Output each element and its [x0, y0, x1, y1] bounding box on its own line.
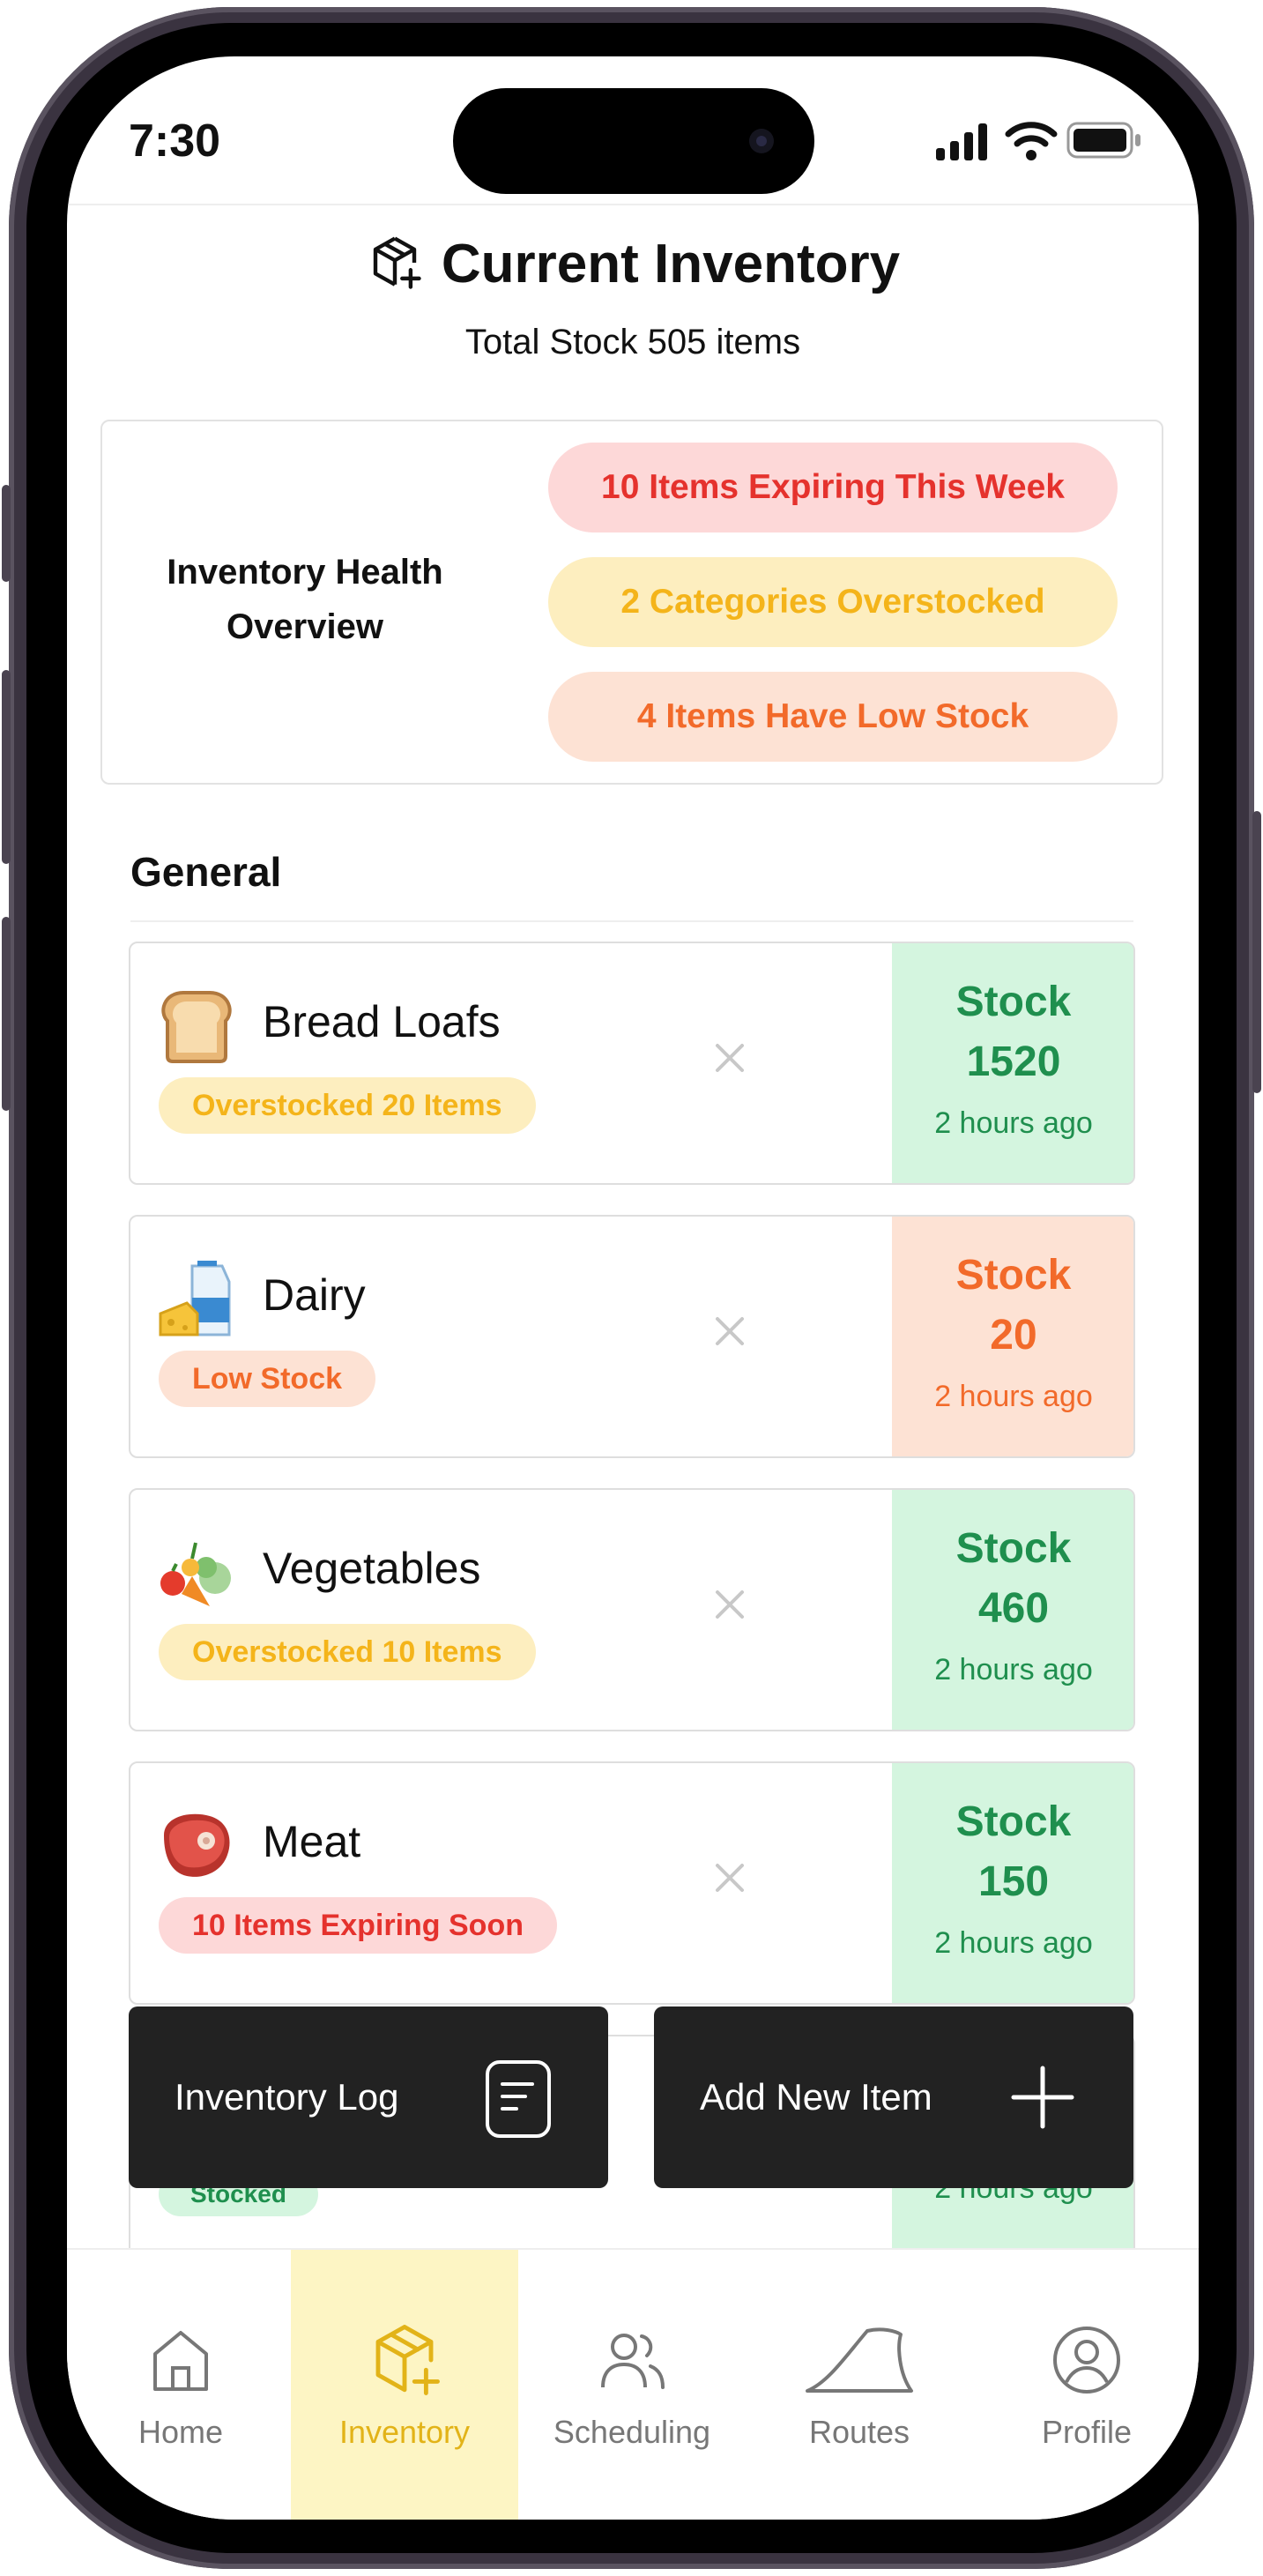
section-title: General	[130, 849, 282, 895]
inventory-card-meat[interactable]: Meat 10 Items Expiring Soon Stock 150 2 …	[129, 1761, 1135, 2005]
tab-profile[interactable]: Profile	[973, 2250, 1199, 2520]
close-icon[interactable]	[703, 1851, 756, 1904]
add-new-item-button[interactable]: Add New Item	[654, 2006, 1133, 2188]
inventory-log-button[interactable]: Inventory Log	[129, 2006, 608, 2188]
item-badge: Overstocked 20 Items	[159, 1077, 536, 1134]
stock-updated-time: 2 hours ago	[934, 1653, 1093, 1686]
close-icon[interactable]	[703, 1305, 756, 1358]
header-divider	[67, 204, 1199, 205]
stock-box: Stock 1520 2 hours ago	[892, 943, 1133, 1183]
stock-label: Stock	[955, 979, 1072, 1025]
document-icon	[486, 2060, 551, 2138]
tab-label: Scheduling	[553, 2414, 711, 2450]
close-icon[interactable]	[703, 1031, 756, 1084]
camera-icon	[749, 129, 774, 153]
item-name: Dairy	[263, 1270, 366, 1320]
power-button	[1252, 811, 1261, 1093]
stock-value: 150	[977, 1858, 1050, 1905]
meat-icon	[157, 1805, 236, 1903]
low-stock-pill[interactable]: 4 Items Have Low Stock	[548, 672, 1118, 762]
stock-label: Stock	[955, 1525, 1072, 1572]
item-name: Bread Loafs	[263, 997, 501, 1046]
bread-icon	[157, 986, 236, 1083]
expiring-pill[interactable]: 10 Items Expiring This Week	[548, 443, 1118, 532]
profile-icon	[1053, 2327, 1120, 2394]
stock-label: Stock	[955, 1252, 1072, 1299]
stock-box: Stock 460 2 hours ago	[892, 1490, 1133, 1730]
item-badge: 10 Items Expiring Soon	[159, 1897, 557, 1954]
total-stock: Total Stock 505 items	[464, 323, 801, 361]
users-icon	[601, 2334, 665, 2389]
tab-inventory[interactable]: Inventory	[291, 2250, 518, 2520]
inventory-card-bread[interactable]: Bread Loafs Overstocked 20 Items Stock 1…	[129, 942, 1135, 1185]
route-icon	[806, 2327, 913, 2393]
tab-scheduling[interactable]: Scheduling	[518, 2250, 746, 2520]
stock-box: Stock 150 2 hours ago	[892, 1763, 1133, 2003]
stock-value: 460	[977, 1585, 1050, 1632]
item-name: Meat	[263, 1817, 361, 1866]
volume-down-button	[2, 917, 11, 1111]
volume-up-button	[2, 670, 11, 864]
stock-updated-time: 2 hours ago	[934, 1380, 1093, 1413]
screen: 7:30 Current Inventory Total Stock 505 i…	[67, 56, 1199, 2520]
wifi-icon	[1005, 122, 1058, 160]
battery-icon	[1066, 122, 1140, 159]
tab-label: Home	[137, 2414, 224, 2450]
add-new-item-label: Add New Item	[700, 2076, 932, 2118]
page-title-text: Current Inventory	[441, 234, 901, 294]
overstocked-pill[interactable]: 2 Categories Overstocked	[548, 557, 1118, 647]
silent-switch	[2, 485, 11, 582]
vegetables-icon	[157, 1532, 236, 1630]
inventory-card-vegetables[interactable]: Vegetables Overstocked 10 Items Stock 46…	[129, 1488, 1135, 1731]
tab-label: Inventory	[338, 2414, 471, 2450]
page-title: Current Inventory	[67, 233, 1199, 297]
item-name: Vegetables	[263, 1544, 481, 1593]
bottom-tab-bar: Home Inventory Scheduling Routes Profile	[67, 2248, 1199, 2520]
close-icon[interactable]	[703, 1578, 756, 1631]
cellular-signal-icon	[936, 123, 987, 160]
inventory-log-label: Inventory Log	[175, 2076, 399, 2118]
item-badge: Overstocked 10 Items	[159, 1624, 536, 1680]
dairy-icon	[157, 1259, 236, 1357]
stock-updated-time: 2 hours ago	[934, 1106, 1093, 1140]
status-time: 7:30	[129, 115, 221, 167]
health-title: Inventory Health Overview	[167, 553, 443, 646]
stock-label: Stock	[955, 1798, 1072, 1845]
inventory-card-dairy[interactable]: Dairy Low Stock Stock 20 2 hours ago	[129, 1215, 1135, 1458]
package-plus-icon	[373, 236, 421, 289]
inventory-box-icon	[375, 2325, 440, 2395]
stock-value: 1520	[966, 1039, 1061, 1085]
item-badge: Low Stock	[159, 1351, 376, 1407]
plus-icon	[1011, 2066, 1074, 2129]
dynamic-island	[453, 88, 814, 194]
inventory-health-card: Inventory Health Overview 10 Items Expir…	[100, 420, 1163, 785]
home-icon	[153, 2331, 208, 2391]
stock-value: 20	[990, 1312, 1037, 1359]
tab-label: Profile	[1041, 2414, 1133, 2450]
stock-box: Stock 20 2 hours ago	[892, 1217, 1133, 1456]
tab-routes[interactable]: Routes	[746, 2250, 973, 2520]
stock-updated-time: 2 hours ago	[934, 1926, 1093, 1960]
tab-home[interactable]: Home	[67, 2250, 294, 2520]
section-divider	[130, 920, 1133, 922]
tab-label: Routes	[808, 2414, 910, 2450]
